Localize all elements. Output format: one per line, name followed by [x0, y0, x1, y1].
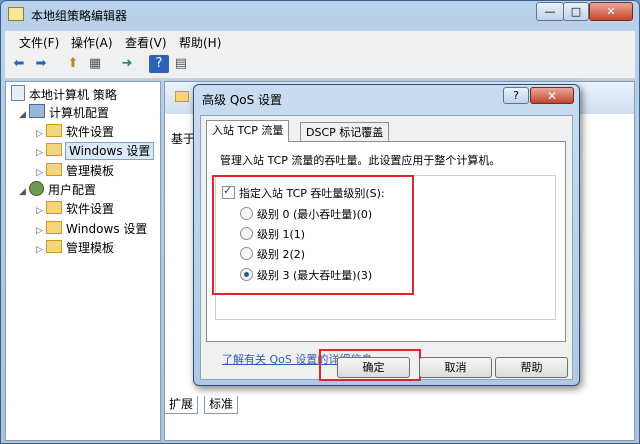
- title-bar[interactable]: 本地组策略编辑器 — □ ✕: [1, 1, 639, 29]
- collapse-arrow-icon[interactable]: ◢: [19, 110, 29, 120]
- menu-bar: 文件(F) 操作(A) 查看(V) 帮助(H): [5, 31, 635, 51]
- folder-icon: [46, 143, 62, 156]
- tab-extended[interactable]: 扩展: [164, 396, 199, 414]
- menu-help[interactable]: 帮助(H): [179, 34, 221, 51]
- maximize-button[interactable]: □: [563, 2, 589, 21]
- throughput-checkbox-row[interactable]: 指定入站 TCP 吞吐量级别(S):: [222, 184, 385, 201]
- expand-arrow-icon[interactable]: ▷: [36, 129, 46, 139]
- expand-arrow-icon[interactable]: ▷: [36, 206, 46, 216]
- level-1-option[interactable]: 级别 1(1): [240, 226, 305, 242]
- expand-arrow-icon[interactable]: ▷: [36, 245, 46, 255]
- radio-label: 级别 0 (最小吞吐量)(0): [257, 208, 373, 221]
- cancel-button[interactable]: 取消: [419, 357, 492, 378]
- tree-panel: 本地计算机 策略 ◢ 计算机配置 ▷ 软件设置 ▷ Windows 设置 ▷ 管理模板 …: [5, 81, 161, 441]
- tab-standard[interactable]: 标准: [204, 396, 239, 414]
- ok-button[interactable]: 确定: [337, 357, 410, 378]
- folder-icon: [46, 221, 62, 234]
- radio-label: 级别 1(1): [257, 228, 306, 241]
- toolbar: ⬅ ➡ ⬆ ▦ ➜ ? ▤: [5, 51, 635, 79]
- help-button[interactable]: 帮助: [495, 357, 568, 378]
- folder-icon: [46, 163, 62, 176]
- back-icon[interactable]: ⬅: [9, 55, 29, 73]
- tree-user-label: 用户配置: [48, 183, 97, 197]
- folder-icon: [46, 124, 62, 137]
- dialog-body: 入站 TCP 流量 DSCP 标记覆盖 管理入站 TCP 流量的吞吐量。此设置应…: [200, 115, 573, 381]
- app-icon: [8, 7, 24, 21]
- tree-user-admin-templates[interactable]: ▷ 管理模板: [36, 239, 114, 258]
- menu-file[interactable]: 文件(F): [19, 34, 59, 51]
- close-button[interactable]: ✕: [589, 2, 633, 21]
- forward-icon[interactable]: ➡: [31, 55, 51, 73]
- properties-icon[interactable]: ▤: [171, 55, 191, 73]
- throughput-group: 指定入站 TCP 吞吐量级别(S): 级别 0 (最小吞吐量)(0) 级别 1(…: [215, 175, 556, 320]
- window-title: 本地组策略编辑器: [31, 9, 128, 23]
- level-2-option[interactable]: 级别 2(2): [240, 246, 305, 262]
- tree-user-config[interactable]: ◢ 用户配置: [19, 181, 96, 200]
- expand-arrow-icon[interactable]: ▷: [36, 148, 46, 158]
- radio-label: 级别 2(2): [257, 248, 306, 261]
- radio-label: 级别 3 (最大吞吐量)(3): [257, 269, 373, 282]
- tree-user-software[interactable]: ▷ 软件设置: [36, 200, 114, 219]
- folder-icon: [46, 240, 62, 253]
- tree-computer-config[interactable]: ◢ 计算机配置: [19, 104, 109, 123]
- tree-item-label: 管理模板: [66, 241, 115, 255]
- level-0-option[interactable]: 级别 0 (最小吞吐量)(0): [240, 206, 372, 222]
- tree-user-windows-settings[interactable]: ▷ Windows 设置: [36, 220, 147, 239]
- policy-icon: [11, 85, 25, 101]
- tree-computer-software[interactable]: ▷ 软件设置: [36, 123, 114, 142]
- expand-arrow-icon[interactable]: ▷: [36, 226, 46, 236]
- throughput-checkbox[interactable]: [222, 184, 235, 199]
- radio-level-1[interactable]: [240, 227, 253, 240]
- tree-root-label: 本地计算机 策略: [29, 88, 117, 102]
- tree-computer-windows-settings[interactable]: ▷ Windows 设置: [36, 142, 155, 161]
- computer-icon: [29, 104, 45, 118]
- checkbox-label: 指定入站 TCP 吞吐量级别(S):: [239, 187, 385, 200]
- collapse-arrow-icon[interactable]: ◢: [19, 187, 29, 197]
- radio-level-3[interactable]: [240, 268, 253, 281]
- tree-computer-admin-templates[interactable]: ▷ 管理模板: [36, 162, 114, 181]
- radio-level-2[interactable]: [240, 247, 253, 260]
- tree-item-label: 管理模板: [66, 164, 115, 178]
- tree-item-label: 软件设置: [66, 125, 115, 139]
- dialog-title: 高级 QoS 设置: [202, 93, 283, 107]
- details-label: 基于: [171, 132, 196, 146]
- tab-dscp-override[interactable]: DSCP 标记覆盖: [300, 122, 390, 141]
- minimize-button[interactable]: —: [536, 2, 564, 21]
- dialog-help-button[interactable]: ?: [503, 87, 529, 104]
- description-text: 管理入站 TCP 流量的吞吐量。此设置应用于整个计算机。: [220, 154, 501, 167]
- menu-view[interactable]: 查看(V): [125, 34, 167, 51]
- tab-page: 管理入站 TCP 流量的吞吐量。此设置应用于整个计算机。 指定入站 TCP 吞吐…: [206, 141, 566, 366]
- up-folder-icon[interactable]: ⬆: [63, 55, 83, 73]
- tree-computer-label: 计算机配置: [49, 106, 110, 120]
- tab-inbound-tcp[interactable]: 入站 TCP 流量: [206, 120, 290, 142]
- user-icon: [29, 181, 44, 196]
- qos-dialog: 高级 QoS 设置 ? ✕ 入站 TCP 流量 DSCP 标记覆盖 管理入站 T…: [193, 84, 580, 386]
- radio-level-0[interactable]: [240, 207, 253, 220]
- dialog-close-button[interactable]: ✕: [530, 87, 574, 104]
- tree-item-label: Windows 设置: [66, 222, 148, 236]
- tree-item-label: 软件设置: [66, 202, 115, 216]
- show-tree-icon[interactable]: ▦: [85, 55, 105, 73]
- tree-root[interactable]: 本地计算机 策略: [11, 85, 117, 104]
- export-list-icon[interactable]: ➜: [117, 55, 137, 73]
- level-3-option[interactable]: 级别 3 (最大吞吐量)(3): [240, 267, 372, 283]
- expand-arrow-icon[interactable]: ▷: [36, 168, 46, 178]
- folder-icon: [175, 91, 189, 102]
- view-tabs: 扩展 标准: [164, 396, 464, 416]
- menu-action[interactable]: 操作(A): [71, 34, 113, 51]
- tree-item-label-selected: Windows 设置: [64, 142, 155, 160]
- folder-icon: [46, 201, 62, 214]
- help-icon[interactable]: ?: [149, 55, 169, 73]
